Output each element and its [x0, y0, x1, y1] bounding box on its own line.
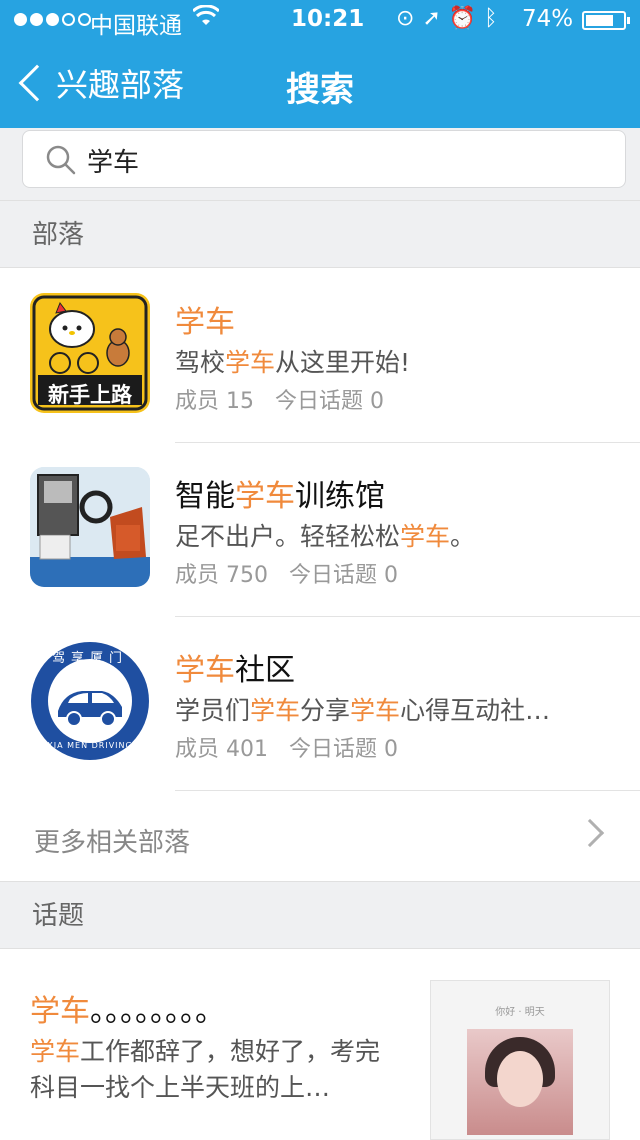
thumbnail-caption: 你好 · 明天 [495, 1007, 545, 1018]
avatar-bottom-text: XIA MEN DRIVING [47, 741, 133, 750]
avatar-top-text: 驾享厦门 [51, 651, 128, 666]
tribe-description: 足不出户。轻轻松松学车。 [175, 522, 476, 551]
page-title: 搜索 [286, 70, 354, 110]
status-bar: 中国联通 10:21 ⊙➚⏰ᛒ 74% [0, 0, 640, 40]
section-header-topics: 话题 [0, 881, 640, 949]
tribe-stats: 成员 15 今日话题 0 [175, 389, 384, 414]
tribe-name: 智能学车训练馆 [175, 479, 385, 514]
tribe-item[interactable]: 新手上路 学车 驾校学车从这里开始! 成员 15 今日话题 0 [0, 269, 640, 443]
avatar-badge-text: 新手上路 [48, 383, 132, 407]
tribe-item[interactable]: 智能学车训练馆 足不出户。轻轻松松学车。 成员 750 今日话题 0 [0, 443, 640, 617]
topic-item[interactable]: 学车。。。。。。。。 学车工作都辞了，想好了，考完科目一找个上半天班的上… 你好… [0, 950, 640, 1140]
carrier-label: 中国联通 [90, 13, 182, 39]
battery-icon [582, 11, 630, 30]
wifi-icon [191, 4, 221, 33]
search-icon [46, 145, 76, 175]
thumbnail-photo [467, 1029, 573, 1135]
tribe-avatar: 驾享厦门 XIA MEN DRIVING [30, 641, 150, 761]
row-divider [175, 790, 640, 791]
tribe-name: 学车 [175, 305, 235, 340]
topic-excerpt: 学车工作都辞了，想好了，考完科目一找个上半天班的上… [30, 1037, 381, 1102]
topic-title: 学车。。。。。。。。 [30, 994, 225, 1029]
status-time: 10:21 [291, 6, 365, 32]
tribe-stats: 成员 401 今日话题 0 [175, 737, 398, 762]
search-area [0, 128, 640, 200]
tribe-avatar: 新手上路 [30, 293, 150, 413]
topic-thumbnail: 你好 · 明天 [430, 980, 610, 1140]
tribe-stats: 成员 750 今日话题 0 [175, 563, 398, 588]
search-input[interactable] [87, 139, 607, 181]
location-icon: ➚ [422, 6, 449, 31]
bluetooth-icon: ᛒ [484, 6, 506, 31]
tribe-avatar [30, 467, 150, 587]
tribe-description: 驾校学车从这里开始! [175, 348, 411, 377]
app-header: 中国联通 10:21 ⊙➚⏰ᛒ 74% 兴趣部落 搜索 [0, 0, 640, 128]
battery-percent: 74% [522, 6, 574, 32]
search-box[interactable] [22, 130, 626, 188]
signal-strength-icon [14, 13, 91, 26]
nav-bar: 兴趣部落 搜索 [0, 40, 640, 128]
chevron-right-icon [575, 818, 605, 848]
rotation-lock-icon: ⊙ [396, 6, 423, 31]
more-tribes-label: 更多相关部落 [34, 828, 191, 858]
tribe-item[interactable]: 驾享厦门 XIA MEN DRIVING 学车社区 学员们学车分享学车心得互动社… [0, 617, 640, 791]
tribe-description: 学员们学车分享学车心得互动社… [175, 696, 551, 725]
section-header-tribes: 部落 [0, 200, 640, 268]
tribe-name: 学车社区 [175, 653, 295, 688]
alarm-icon: ⏰ [448, 6, 485, 31]
more-tribes-button[interactable]: 更多相关部落 [0, 795, 640, 881]
status-icons: ⊙➚⏰ᛒ [396, 6, 505, 31]
